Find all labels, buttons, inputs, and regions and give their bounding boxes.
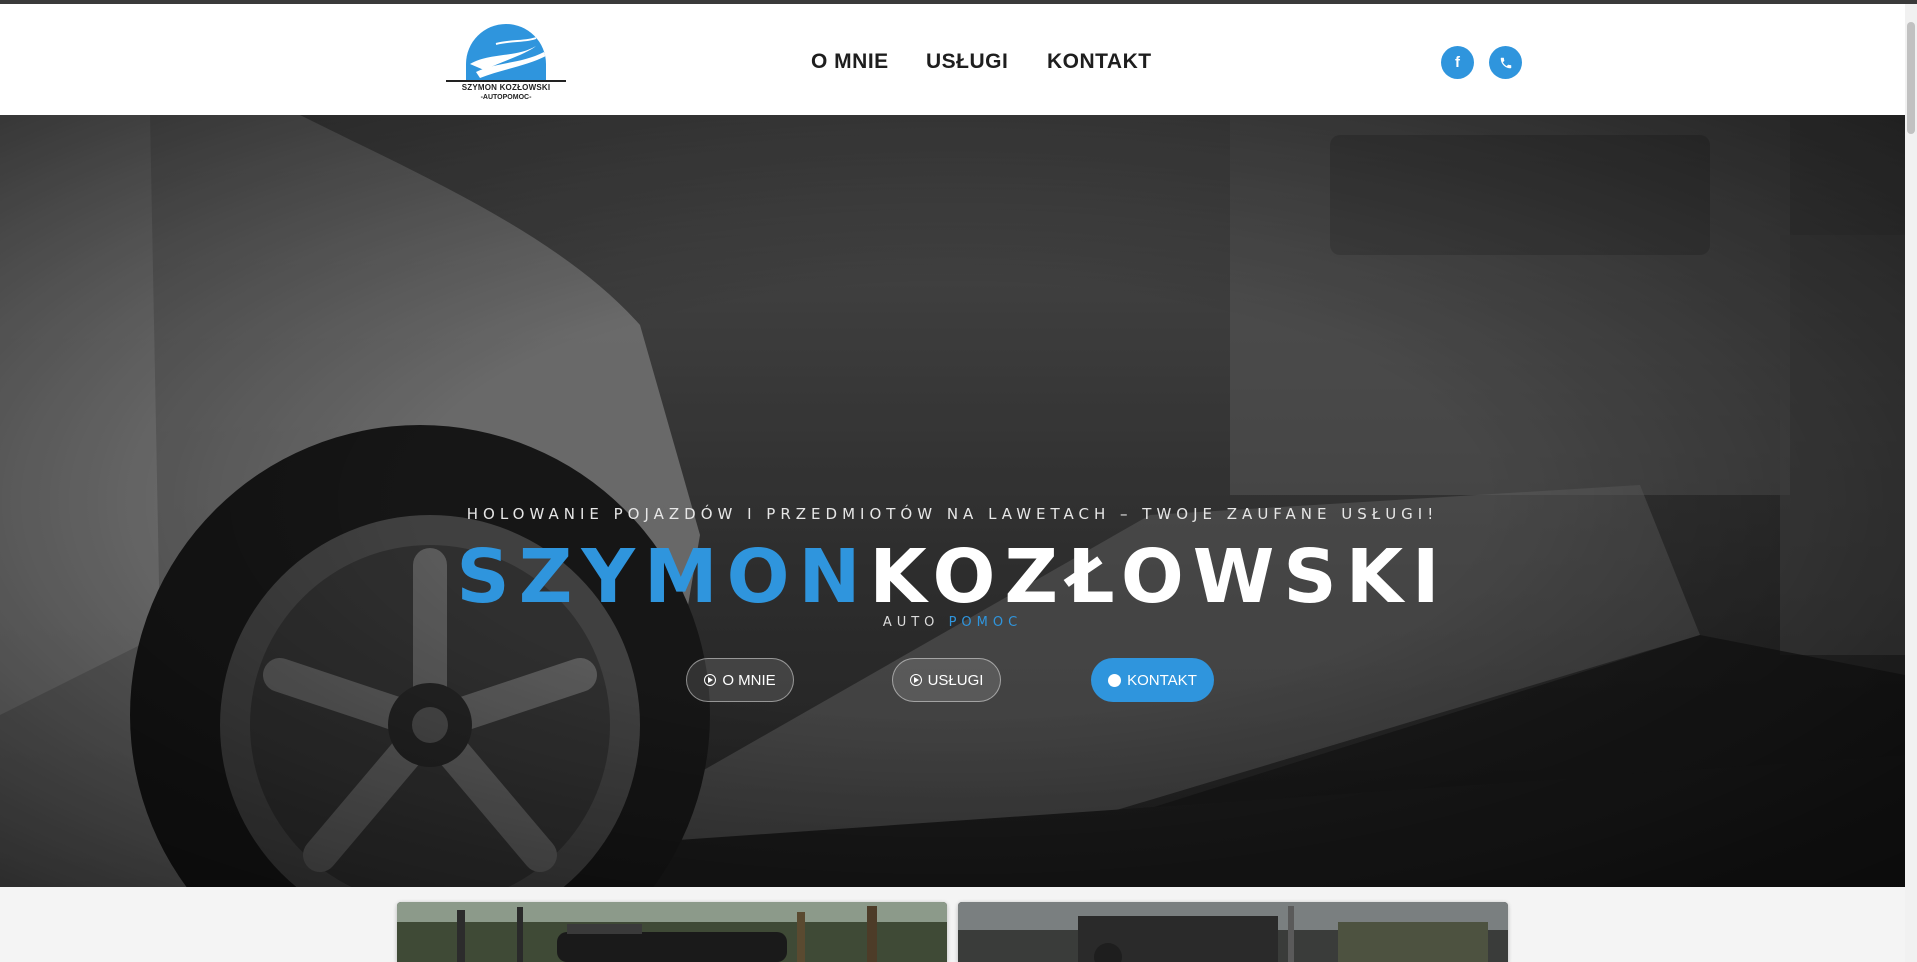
hero-button-label: O MNIE bbox=[722, 671, 776, 689]
hero-subtitle-pomoc: POMOC bbox=[948, 615, 1023, 630]
service-card-image-1[interactable] bbox=[397, 902, 947, 962]
play-circle-icon bbox=[909, 674, 922, 686]
hero-o-mnie-button[interactable]: O MNIE bbox=[686, 658, 794, 702]
nav-item-o-mnie[interactable]: O MNIE bbox=[811, 50, 889, 80]
card-photo bbox=[958, 902, 1508, 962]
nav-item-kontakt[interactable]: KONTAKT bbox=[1047, 50, 1152, 80]
logo-divider bbox=[446, 80, 566, 82]
facebook-icon: f bbox=[1455, 54, 1460, 71]
hero-uslugi-button[interactable]: USŁUGI bbox=[892, 658, 1001, 702]
hero-subtitle: AUTO POMOC bbox=[0, 615, 1905, 630]
hero-kicker: HOLOWANIE POJAZDÓW I PRZEDMIOTÓW NA LAWE… bbox=[466, 505, 1439, 523]
service-card-image-2[interactable] bbox=[958, 902, 1508, 962]
phone-button[interactable] bbox=[1489, 46, 1522, 79]
site-logo[interactable]: SZYMON KOZŁOWSKI -AUTOPOMOC- bbox=[446, 20, 566, 108]
play-circle-icon bbox=[704, 674, 717, 686]
hero-button-label: USŁUGI bbox=[927, 671, 984, 689]
facebook-button[interactable]: f bbox=[1441, 46, 1474, 79]
hero-title-first: SZYMON bbox=[456, 534, 870, 620]
hero-title-last: KOZŁOWSKI bbox=[869, 534, 1449, 620]
hero-kontakt-button[interactable]: KONTAKT bbox=[1091, 658, 1214, 702]
hero-section: HOLOWANIE POJAZDÓW I PRZEDMIOTÓW NA LAWE… bbox=[0, 115, 1905, 887]
circle-icon bbox=[1108, 673, 1122, 687]
nav-item-uslugi[interactable]: USŁUGI bbox=[926, 50, 1008, 80]
logo-subtitle: -AUTOPOMOC- bbox=[480, 94, 532, 101]
scrollbar-thumb[interactable] bbox=[1907, 22, 1915, 134]
site-header: SZYMON KOZŁOWSKI -AUTOPOMOC- O MNIE USŁU… bbox=[0, 4, 1905, 115]
page-scrollbar[interactable] bbox=[1905, 4, 1917, 962]
hero-title: SZYMONKOZŁOWSKI bbox=[0, 532, 1905, 622]
hero-background-image bbox=[0, 115, 1905, 887]
hero-button-label: KONTAKT bbox=[1127, 671, 1197, 689]
hero-subtitle-auto: AUTO bbox=[882, 615, 940, 630]
phone-icon bbox=[1500, 57, 1511, 68]
card-photo bbox=[397, 902, 947, 962]
logo-name: SZYMON KOZŁOWSKI bbox=[461, 83, 551, 92]
logo-emblem bbox=[466, 24, 546, 80]
